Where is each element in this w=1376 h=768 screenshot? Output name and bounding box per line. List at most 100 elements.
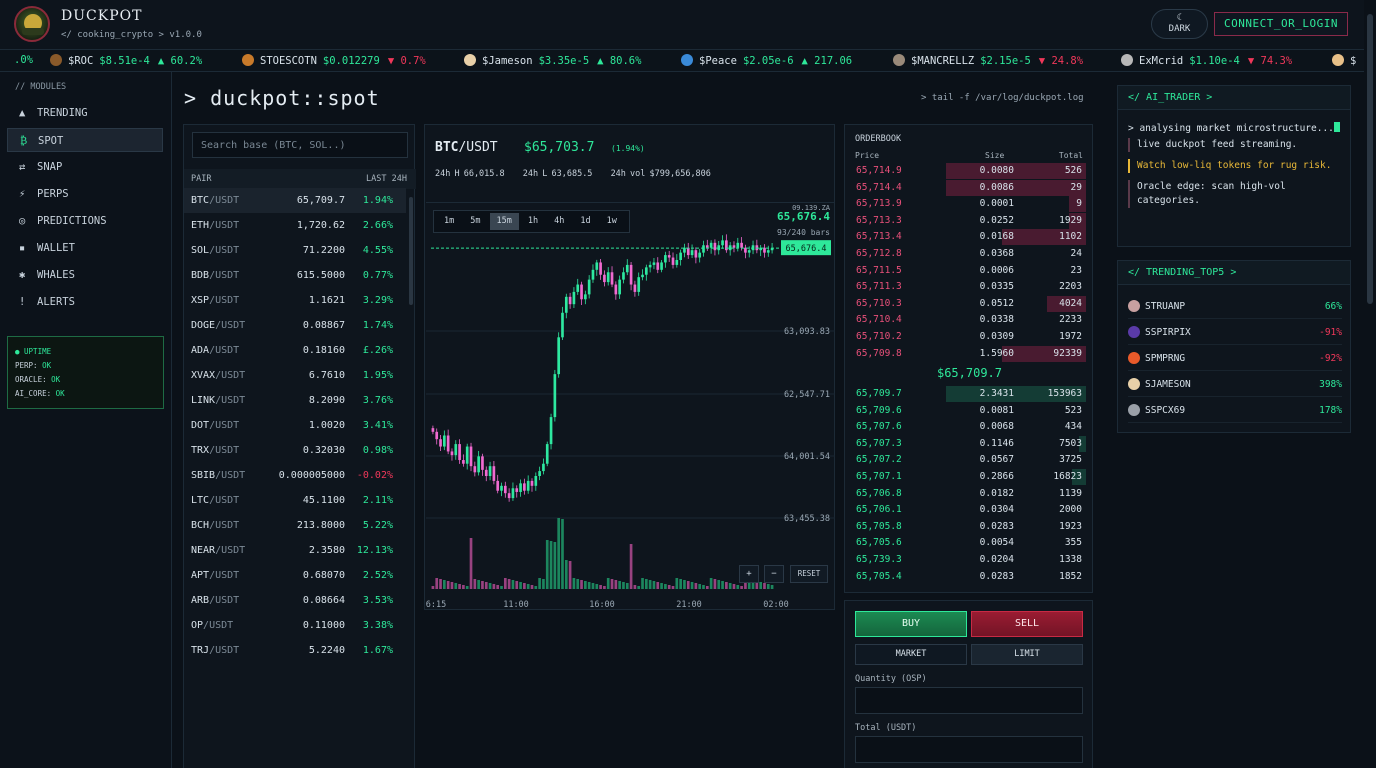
- bid-row[interactable]: 65,707.1 0.2866 16823: [852, 469, 1086, 485]
- ask-row[interactable]: 65,714.9 0.0080 526: [852, 163, 1086, 179]
- pair-row[interactable]: SBIB/USDT 0.000005000 -0.02%: [184, 463, 406, 488]
- bid-price: 65,709.6: [856, 404, 902, 416]
- trending-item[interactable]: SPMPRNG -92%: [1128, 346, 1342, 371]
- bid-row[interactable]: 65,705.6 0.0054 355: [852, 535, 1086, 551]
- quantity-input[interactable]: [855, 687, 1083, 714]
- timeframe-4h[interactable]: 4h: [547, 213, 571, 230]
- zoom-in-button[interactable]: +: [739, 565, 759, 583]
- page-scrollbar[interactable]: [1364, 0, 1376, 768]
- sidebar-item-whales[interactable]: ✱ WHALES: [7, 263, 163, 287]
- pair-row[interactable]: ETH/USDT 1,720.62 2.66%: [184, 213, 406, 238]
- ticker-item[interactable]: ExMcrid $1.10e-4 ▼ 74.3%: [1121, 54, 1292, 68]
- pair-row[interactable]: BDB/USDT 615.5000 0.77%: [184, 263, 406, 288]
- pair-search-input[interactable]: [192, 132, 408, 158]
- bid-row[interactable]: 65,707.3 0.1146 7503: [852, 435, 1086, 452]
- bid-row[interactable]: 65,705.8 0.0283 1923: [852, 519, 1086, 535]
- trending-name: SSPCX69: [1145, 405, 1186, 416]
- pair-row[interactable]: XVAX/USDT 6.7610 1.95%: [184, 363, 406, 388]
- pair-row[interactable]: ADA/USDT 0.18160 £.26%: [184, 338, 406, 363]
- bid-row[interactable]: 65,709.6 0.0081 523: [852, 403, 1086, 419]
- pair-row[interactable]: XSP/USDT 1.1621 3.29%: [184, 288, 406, 313]
- timeframe-1m[interactable]: 1m: [437, 213, 461, 230]
- theme-toggle-button[interactable]: ☾ DARK: [1151, 9, 1208, 39]
- total-input[interactable]: [855, 736, 1083, 763]
- ask-row[interactable]: 65,710.3 0.0512 4024: [852, 295, 1086, 312]
- ask-row[interactable]: 65,710.2 0.0309 1972: [852, 329, 1086, 345]
- pair-row[interactable]: DOGE/USDT 0.08867 1.74%: [184, 313, 406, 338]
- market-order-button[interactable]: MARKET: [855, 644, 967, 665]
- duckpot-logo[interactable]: [14, 6, 50, 42]
- ticker-item[interactable]: $Peace $2.05e-6 ▲ 217.06: [681, 54, 852, 68]
- chart-area[interactable]: 63,093.83 62,547.71 64,001.54 63,455.38 65,6…: [426, 202, 835, 610]
- bid-row[interactable]: 65,706.8 0.0182 1139: [852, 486, 1086, 502]
- timeframe-1d[interactable]: 1d: [573, 213, 597, 230]
- volume-bar: [519, 582, 522, 589]
- ticker-item[interactable]: $ROC $8.51e-4 ▲ 60.2%: [50, 54, 202, 68]
- sidebar-item-snap[interactable]: ⇄ SNAP: [7, 155, 163, 179]
- pair-row[interactable]: LTC/USDT 45.1100 2.11%: [184, 488, 406, 513]
- candle-body: [549, 417, 553, 445]
- bid-row[interactable]: 65,707.2 0.0567 3725: [852, 452, 1086, 468]
- ask-row[interactable]: 65,711.5 0.0006 23: [852, 263, 1086, 279]
- pair-change: 5.22%: [362, 520, 393, 531]
- timeframe-1h[interactable]: 1h: [521, 213, 545, 230]
- ticker-item[interactable]: $: [1332, 54, 1364, 68]
- trending-item[interactable]: SJAMESON 398%: [1128, 372, 1342, 397]
- ask-row[interactable]: 65,713.4 0.0168 1102: [852, 229, 1086, 246]
- ask-row[interactable]: 65,714.4 0.0086 29: [852, 179, 1086, 196]
- candle-body: [561, 312, 564, 338]
- ask-row[interactable]: 65,710.4 0.0338 2233: [852, 312, 1086, 328]
- pairs-scrollbar[interactable]: [409, 197, 413, 305]
- pair-row[interactable]: BCH/USDT 213.8000 5.22%: [184, 513, 406, 538]
- pair-row[interactable]: APT/USDT 0.68070 2.52%: [184, 563, 406, 588]
- ask-row[interactable]: 65,711.3 0.0335 2203: [852, 279, 1086, 295]
- bid-row[interactable]: 65,705.4 0.0283 1852: [852, 569, 1086, 585]
- limit-order-button[interactable]: LIMIT: [971, 644, 1083, 665]
- sidebar-item-alerts[interactable]: ! ALERTS: [7, 290, 163, 314]
- ticker-item[interactable]: $MANCRELLZ $2.15e-5 ▼ 24.8%: [893, 54, 1083, 68]
- pair-row[interactable]: SOL/USDT 71.2200 4.55%: [184, 238, 406, 263]
- timeframe-5m[interactable]: 5m: [463, 213, 487, 230]
- pair-name: NEAR/USDT: [191, 545, 246, 556]
- pair-row[interactable]: OP/USDT 0.11000 3.38%: [184, 613, 406, 638]
- pair-row[interactable]: DOT/USDT 1.0020 3.41%: [184, 413, 406, 438]
- ask-row[interactable]: 65,709.8 1.5960 92339: [852, 345, 1086, 362]
- pair-row[interactable]: NEAR/USDT 2.3580 12.13%: [184, 538, 406, 563]
- candle-body: [557, 337, 561, 375]
- bid-row[interactable]: 65,706.1 0.0304 2000: [852, 502, 1086, 518]
- volume-bar: [766, 584, 770, 589]
- pair-row[interactable]: LINK/USDT 8.2090 3.76%: [184, 388, 406, 413]
- trending-item[interactable]: STRUANP 66%: [1128, 294, 1342, 319]
- ask-row[interactable]: 65,713.9 0.0001 9: [852, 196, 1086, 213]
- bid-row[interactable]: 65,707.6 0.0068 434: [852, 419, 1086, 435]
- buy-button[interactable]: BUY: [855, 611, 967, 637]
- ticker-item[interactable]: $Jameson $3.35e-5 ▲ 80.6%: [464, 54, 641, 68]
- ask-total: 24: [1070, 248, 1082, 259]
- pair-row[interactable]: ARB/USDT 0.08664 3.53%: [184, 588, 406, 613]
- pair-row[interactable]: TRX/USDT 0.32030 0.98%: [184, 438, 406, 463]
- sidebar-item-perps[interactable]: ⚡ PERPS: [7, 182, 163, 206]
- sidebar-item-predictions[interactable]: ◎ PREDICTIONS: [7, 209, 163, 233]
- trending-item[interactable]: SSPIRPIX -91%: [1128, 320, 1342, 345]
- connect-login-button[interactable]: CONNECT_OR_LOGIN: [1214, 12, 1348, 36]
- ask-row[interactable]: 65,713.3 0.0252 1929: [852, 212, 1086, 229]
- pair-row[interactable]: TRJ/USDT 5.2240 1.67%: [184, 638, 406, 663]
- trending-item[interactable]: SSPCX69 178%: [1128, 398, 1342, 423]
- page-scrollbar-thumb[interactable]: [1367, 14, 1373, 304]
- sell-button[interactable]: SELL: [971, 611, 1083, 637]
- timeframe-15m[interactable]: 15m: [489, 213, 519, 230]
- ask-price: 65,713.9: [856, 198, 902, 210]
- ticker-item[interactable]: STOESCOTN $0.012279 ▼ 0.7%: [242, 54, 426, 68]
- pair-row[interactable]: BTC/USDT 65,709.7 1.94%: [184, 188, 406, 213]
- sidebar-item-trending[interactable]: ▲ TRENDING: [7, 101, 163, 125]
- sidebar-item-spot[interactable]: ₿ SPOT: [7, 128, 163, 152]
- ask-row[interactable]: 65,712.8 0.0368 24: [852, 246, 1086, 262]
- timeframe-1w[interactable]: 1w: [600, 213, 624, 230]
- sidebar-item-wallet[interactable]: ▪ WALLET: [7, 236, 163, 260]
- bid-row[interactable]: 65,709.7 2.3431 153963: [852, 386, 1086, 402]
- ticker-item[interactable]: .0%: [0, 54, 33, 68]
- zoom-out-button[interactable]: −: [764, 565, 784, 583]
- reset-zoom-button[interactable]: RESET: [790, 565, 828, 583]
- bid-row[interactable]: 65,739.3 0.0204 1338: [852, 552, 1086, 568]
- candlestick-chart[interactable]: 63,093.83 62,547.71 64,001.54 63,455.38 65,6…: [426, 203, 835, 611]
